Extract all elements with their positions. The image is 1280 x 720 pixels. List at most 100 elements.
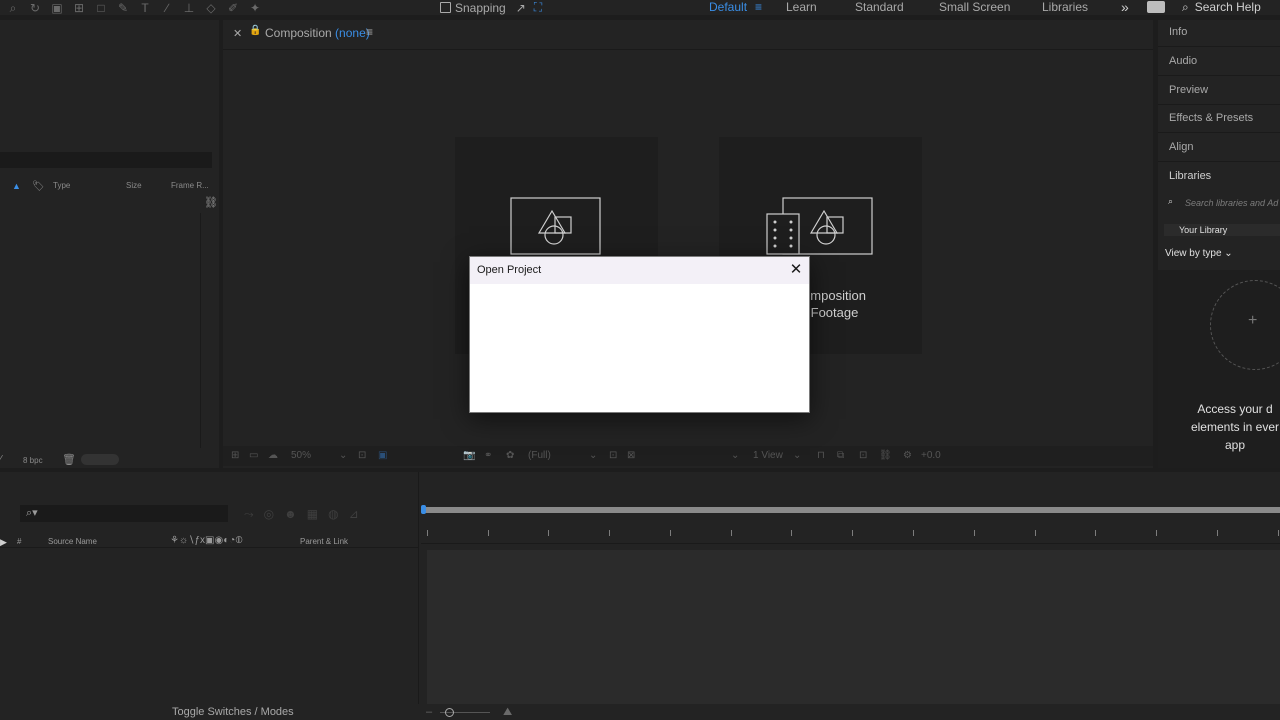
exposure-value[interactable]: +0.0 [921, 450, 941, 461]
flowchart-icon[interactable]: ⛓ [204, 196, 218, 209]
project-scroll-pill[interactable] [81, 454, 119, 465]
composition-title[interactable]: Composition (none) [265, 26, 370, 40]
column-size[interactable]: Size [126, 181, 142, 190]
frame-blending-icon[interactable]: ▦ [307, 507, 318, 522]
playhead[interactable] [421, 505, 426, 514]
roto-brush-tool-icon[interactable]: ✐ [226, 2, 240, 14]
panel-effects-presets[interactable]: Effects & Presets [1169, 112, 1253, 124]
always-preview-icon[interactable]: ⊞ [231, 450, 239, 461]
work-area-bar[interactable] [423, 507, 1280, 513]
workspace-libraries[interactable]: Libraries [1042, 0, 1088, 15]
add-asset-circle[interactable] [1210, 280, 1280, 370]
rotate-tool-icon[interactable]: ↻ [28, 2, 42, 14]
access-line-1: Access your d [1197, 402, 1273, 416]
your-library-selector[interactable]: Your Library [1164, 224, 1280, 236]
snap-options-icon[interactable]: ↗ [516, 1, 526, 15]
label-tag-icon[interactable]: 🏷 [32, 181, 45, 192]
zoom-dropdown-chevron-icon[interactable]: ⌄ [339, 450, 347, 461]
eraser-tool-icon[interactable]: ◇ [204, 2, 218, 14]
display-icon[interactable]: ▭ [249, 450, 258, 461]
column-source-name[interactable]: Source Name [48, 537, 97, 546]
expand-icon[interactable]: ▶ [0, 537, 7, 548]
timeline-track-area[interactable] [427, 550, 1280, 704]
region-of-interest-icon[interactable]: ⊡ [609, 450, 617, 461]
view-layout-dropdown[interactable]: 1 View [753, 450, 783, 461]
clone-stamp-tool-icon[interactable]: ⊥ [182, 2, 196, 14]
snapshot-icon[interactable]: 📷 [463, 450, 475, 461]
fast-previews-icon[interactable]: ⧉ [837, 450, 844, 461]
trash-icon[interactable]: 🗑 [62, 453, 76, 466]
snapping-checkbox[interactable] [440, 2, 451, 13]
comp-mini-flowchart-icon[interactable]: ⤳ [244, 507, 254, 522]
snap-target-icon[interactable]: ⛶ [534, 0, 542, 15]
close-icon[interactable]: ✕ [233, 27, 242, 40]
puppet-tool-icon[interactable]: ✦ [248, 2, 262, 14]
transparency-icon[interactable]: ⊠ [627, 450, 635, 461]
resolution-dropdown[interactable]: (Full) [528, 450, 551, 461]
column-type[interactable]: Type [53, 181, 70, 190]
graph-editor-icon[interactable]: ⊿ [349, 507, 359, 522]
plus-icon[interactable]: + [1248, 312, 1257, 330]
camera-tool-icon[interactable]: ▣ [50, 2, 64, 14]
workspace-standard[interactable]: Standard [855, 0, 904, 15]
panel-toggle-icon[interactable] [1147, 1, 1165, 13]
bit-depth-label[interactable]: 8 bpc [23, 456, 43, 465]
zoom-slider-handle[interactable] [445, 708, 454, 717]
timeline-icon[interactable]: ⊡ [859, 450, 867, 461]
workspace-more-icon[interactable]: » [1121, 0, 1129, 15]
panel-libraries[interactable]: Libraries [1169, 170, 1211, 182]
time-ruler[interactable] [421, 528, 1280, 544]
libraries-search-input[interactable]: ⌕ Search libraries and Ad [1164, 194, 1280, 212]
toggle-switches-modes[interactable]: Toggle Switches / Modes [172, 706, 294, 718]
motion-blur-icon[interactable]: ◍ [328, 507, 338, 522]
panel-preview[interactable]: Preview [1169, 84, 1208, 96]
draft-3d-icon[interactable]: ◎ [264, 507, 274, 522]
panel-info[interactable]: Info [1169, 26, 1187, 38]
snapping-toggle[interactable]: Snapping ↗ ⛶ [440, 0, 542, 15]
transparency-grid-icon[interactable]: ▣ [378, 450, 387, 461]
timeline-search-input[interactable]: ⌕▾ [20, 505, 228, 522]
toggle-pixel-icon[interactable]: ⊓ [817, 450, 825, 461]
view-by-type-dropdown[interactable]: View by type ⌄ [1165, 248, 1233, 259]
flowchart-view-icon[interactable]: ⛓ [879, 450, 892, 461]
type-tool-icon[interactable]: T [138, 2, 152, 14]
gear-icon[interactable]: ⚙ [903, 450, 912, 461]
libraries-search-placeholder: Search libraries and Ad [1185, 198, 1279, 208]
channel-icon[interactable]: ✿ [506, 450, 514, 461]
column-number[interactable]: # [17, 537, 21, 546]
layer-switches-icons[interactable]: ⚘☼∖ƒx▣◉◐◔⦶ [170, 535, 243, 546]
zoom-tool-icon[interactable]: ⌕ [6, 2, 20, 14]
fit-icon[interactable]: ⊡ [358, 450, 366, 461]
project-search-input[interactable] [0, 152, 212, 168]
zoom-out-icon[interactable]: – [426, 706, 432, 718]
zoom-in-icon[interactable]: ⛰ [503, 706, 512, 719]
pen-tool-icon[interactable]: ✎ [116, 2, 130, 14]
panel-audio[interactable]: Audio [1169, 55, 1197, 67]
mask-visibility-icon[interactable]: ☁ [268, 450, 278, 461]
lock-icon[interactable]: 🔒 [249, 25, 261, 36]
column-parent-link[interactable]: Parent & Link [300, 537, 348, 546]
rectangle-tool-icon[interactable]: □ [94, 2, 108, 14]
workspace-menu-icon[interactable]: ≡ [755, 0, 762, 15]
zoom-dropdown[interactable]: 50% [291, 450, 311, 461]
library-empty-state: + Access your d elements in ever app [1158, 270, 1280, 468]
timeline-layers: ⌕▾ ⤳ ◎ ☻ ▦ ◍ ⊿ ▶ # Source Name ⚘☼∖ƒx▣◉◐◔… [0, 472, 419, 720]
shy-icon[interactable]: ☻ [284, 507, 297, 522]
pan-behind-tool-icon[interactable]: ⊞ [72, 2, 86, 14]
interpret-footage-icon[interactable]: ∕ [0, 454, 2, 465]
panel-align[interactable]: Align [1169, 141, 1193, 153]
brush-tool-icon[interactable]: ∕ [160, 2, 174, 14]
view-chevron-icon[interactable]: ⌄ [731, 450, 739, 461]
show-snapshot-icon[interactable]: ⚭ [484, 450, 492, 461]
column-frame-rate[interactable]: Frame R... [171, 181, 209, 190]
resolution-chevron-icon[interactable]: ⌄ [589, 450, 597, 461]
view-layout-chevron-icon[interactable]: ⌄ [793, 450, 801, 461]
chevron-down-icon: ⌄ [1224, 248, 1233, 259]
close-icon[interactable]: ✕ [786, 260, 806, 280]
panel-menu-icon[interactable]: ≡ [366, 25, 373, 39]
workspace-default[interactable]: Default [709, 0, 747, 15]
workspace-small-screen[interactable]: Small Screen [939, 0, 1010, 15]
search-help[interactable]: ⌕ Search Help [1182, 0, 1261, 15]
sort-ascending-icon[interactable]: ▲ [12, 181, 21, 191]
workspace-learn[interactable]: Learn [786, 0, 817, 15]
